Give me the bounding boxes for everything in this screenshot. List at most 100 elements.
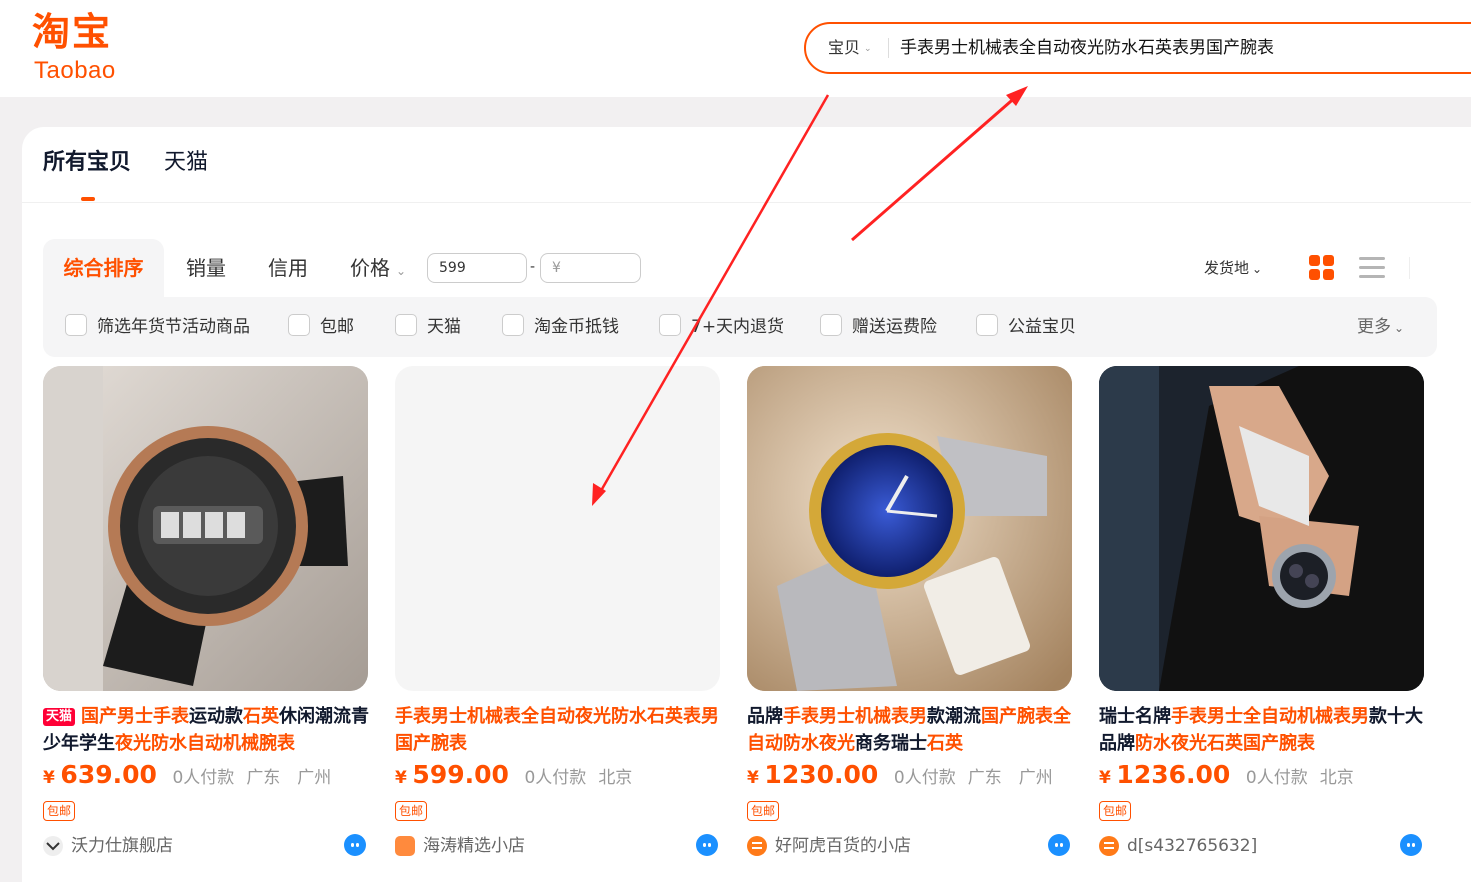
search-divider — [888, 38, 889, 58]
checkbox[interactable] — [976, 314, 998, 336]
search-box[interactable]: 宝贝 ⌄ 手表男士机械表全自动夜光防水石英表男国产腕表 — [804, 22, 1471, 74]
ship-from-dropdown[interactable]: 发货地 ⌄ — [1204, 239, 1262, 298]
filter-tmall[interactable]: 天猫 — [395, 297, 461, 357]
sort-sales[interactable]: 销量 — [186, 239, 226, 297]
product-price: 1236.00 — [1116, 760, 1231, 789]
checkbox[interactable] — [65, 314, 87, 336]
search-category-select[interactable]: 宝贝 ⌄ — [828, 37, 872, 60]
product-card[interactable]: 天猫 国产男士手表运动款石英休闲潮流青少年学生夜光防水自动机械腕表 ¥ 639.0… — [43, 366, 369, 882]
title-part: 手表男士全自动机械表男 — [1171, 706, 1369, 727]
filter-label: 包邮 — [320, 317, 354, 337]
sold-count: 0人付款 — [172, 768, 235, 788]
title-part: 商务瑞士 — [855, 733, 927, 754]
checkbox[interactable] — [820, 314, 842, 336]
ship-location: 广东 广州 — [967, 768, 1053, 788]
shop-name[interactable]: d[s432765632] — [1127, 833, 1257, 859]
title-part: 防水夜光石英 — [1135, 733, 1243, 754]
checkbox[interactable] — [288, 314, 310, 336]
product-card[interactable]: 品牌手表男士机械表男款潮流国产腕表全自动防水夜光商务瑞士石英 ¥ 1230.00… — [747, 366, 1072, 882]
title-part: 品牌 — [747, 706, 783, 727]
filter-taojinbi[interactable]: 淘金币抵钱 — [502, 297, 619, 357]
checkbox[interactable] — [659, 314, 681, 336]
tmall-badge: 天猫 — [43, 708, 76, 726]
shop-name[interactable]: 海涛精选小店 — [423, 833, 525, 859]
price-min-input[interactable]: 599 — [427, 253, 527, 283]
tab-tmall[interactable]: 天猫 — [164, 147, 208, 179]
title-part: 夜光防水自动机械腕表 — [115, 733, 295, 754]
shop-row[interactable]: 海涛精选小店 — [395, 833, 720, 859]
title-part: 手表男士机械表全自动夜光防水石英表男国产腕表 — [395, 706, 719, 754]
filter-new-year-event[interactable]: 筛选年货节活动商品 — [65, 297, 250, 357]
filter-label: 公益宝贝 — [1008, 317, 1076, 337]
ship-location: 广东 广州 — [246, 768, 332, 788]
shop-name[interactable]: 好阿虎百货的小店 — [775, 833, 911, 859]
checkbox[interactable] — [502, 314, 524, 336]
shop-row[interactable]: d[s432765632] — [1099, 833, 1424, 859]
currency-symbol: ¥ — [43, 768, 55, 788]
filter-label: 赠送运费险 — [852, 317, 937, 337]
sold-count: 0人付款 — [524, 768, 587, 788]
price-range-dash: - — [530, 259, 536, 275]
free-shipping-badge: 包邮 — [1099, 801, 1132, 821]
sort-bar: 综合排序 销量 信用 价格 ⌄ 599 - ¥ 发货地 ⌄ — [43, 239, 1437, 297]
more-filters-button[interactable]: 更多 ⌄ — [1357, 297, 1404, 358]
product-title[interactable]: 瑞士名牌手表男士全自动机械表男款十大品牌防水夜光石英国产腕表 — [1099, 703, 1429, 757]
product-image[interactable] — [1099, 366, 1424, 691]
chevron-down-icon: ⌄ — [864, 43, 872, 54]
shop-logo-icon — [1099, 836, 1119, 856]
sort-price[interactable]: 价格 ⌄ — [350, 239, 406, 297]
sort-comprehensive[interactable]: 综合排序 — [43, 239, 164, 297]
toolbar-divider — [1409, 257, 1410, 279]
results-card: 所有宝贝 天猫 综合排序 销量 信用 价格 ⌄ 599 - ¥ 发货地 ⌄ 筛选年货… — [22, 127, 1471, 882]
shop-row[interactable]: 沃力仕旗舰店 — [43, 833, 368, 859]
shop-logo-icon — [747, 836, 767, 856]
product-price-row: ¥ 599.00 0人付款 北京 — [395, 760, 644, 789]
taobao-logo[interactable]: 淘宝 Taobao — [30, 8, 155, 88]
product-image[interactable] — [43, 366, 368, 691]
filter-bar: 筛选年货节活动商品 包邮 天猫 淘金币抵钱 7+天内退货 赠送运费险 公益宝贝 … — [43, 297, 1437, 357]
wangwang-chat-icon[interactable] — [1048, 834, 1070, 856]
filter-7day-return[interactable]: 7+天内退货 — [659, 297, 784, 357]
product-price: 599.00 — [412, 760, 509, 789]
currency-symbol: ¥ — [1099, 768, 1111, 788]
title-part: 石英 — [927, 733, 963, 754]
product-image[interactable] — [747, 366, 1072, 691]
list-view-icon[interactable] — [1359, 257, 1385, 279]
active-tab-indicator — [81, 197, 95, 201]
product-title[interactable]: 手表男士机械表全自动夜光防水石英表男国产腕表 — [395, 703, 725, 757]
product-title[interactable]: 天猫 国产男士手表运动款石英休闲潮流青少年学生夜光防水自动机械腕表 — [43, 703, 373, 757]
filter-charity[interactable]: 公益宝贝 — [976, 297, 1076, 357]
top-header: 淘宝 Taobao 宝贝 ⌄ 手表男士机械表全自动夜光防水石英表男国产腕表 — [0, 0, 1471, 97]
more-label: 更多 — [1357, 317, 1391, 337]
tabs-divider — [22, 202, 1471, 203]
watch-image-icon — [1099, 366, 1424, 691]
search-input[interactable]: 手表男士机械表全自动夜光防水石英表男国产腕表 — [900, 37, 1274, 59]
product-image-placeholder[interactable] — [395, 366, 720, 691]
free-shipping-badge: 包邮 — [747, 801, 780, 821]
product-title[interactable]: 品牌手表男士机械表男款潮流国产腕表全自动防水夜光商务瑞士石英 — [747, 703, 1077, 757]
ship-from-label: 发货地 — [1204, 259, 1250, 277]
tab-all-items[interactable]: 所有宝贝 — [43, 147, 131, 179]
logo-cn-text: 淘宝 — [32, 10, 113, 54]
title-part: 国产腕表 — [1243, 733, 1315, 754]
grid-view-icon[interactable] — [1309, 255, 1335, 281]
shop-logo-icon — [395, 836, 415, 856]
watch-image-icon — [747, 366, 1072, 691]
shop-row[interactable]: 好阿虎百货的小店 — [747, 833, 1072, 859]
sort-credit[interactable]: 信用 — [268, 239, 308, 297]
filter-label: 天猫 — [427, 317, 461, 337]
filter-label: 筛选年货节活动商品 — [97, 317, 250, 337]
filter-free-shipping[interactable]: 包邮 — [288, 297, 354, 357]
wangwang-chat-icon[interactable] — [696, 834, 718, 856]
sold-count: 0人付款 — [1245, 768, 1308, 788]
wangwang-chat-icon[interactable] — [344, 834, 366, 856]
ship-location: 北京 — [598, 768, 633, 788]
shop-name[interactable]: 沃力仕旗舰店 — [71, 833, 173, 859]
filter-shipping-insurance[interactable]: 赠送运费险 — [820, 297, 937, 357]
free-shipping-badge: 包邮 — [395, 801, 428, 821]
product-card[interactable]: 瑞士名牌手表男士全自动机械表男款十大品牌防水夜光石英国产腕表 ¥ 1236.00… — [1099, 366, 1424, 882]
price-max-input[interactable]: ¥ — [540, 253, 641, 283]
product-card[interactable]: 手表男士机械表全自动夜光防水石英表男国产腕表 ¥ 599.00 0人付款 北京 包… — [395, 366, 720, 882]
checkbox[interactable] — [395, 314, 417, 336]
wangwang-chat-icon[interactable] — [1400, 834, 1422, 856]
